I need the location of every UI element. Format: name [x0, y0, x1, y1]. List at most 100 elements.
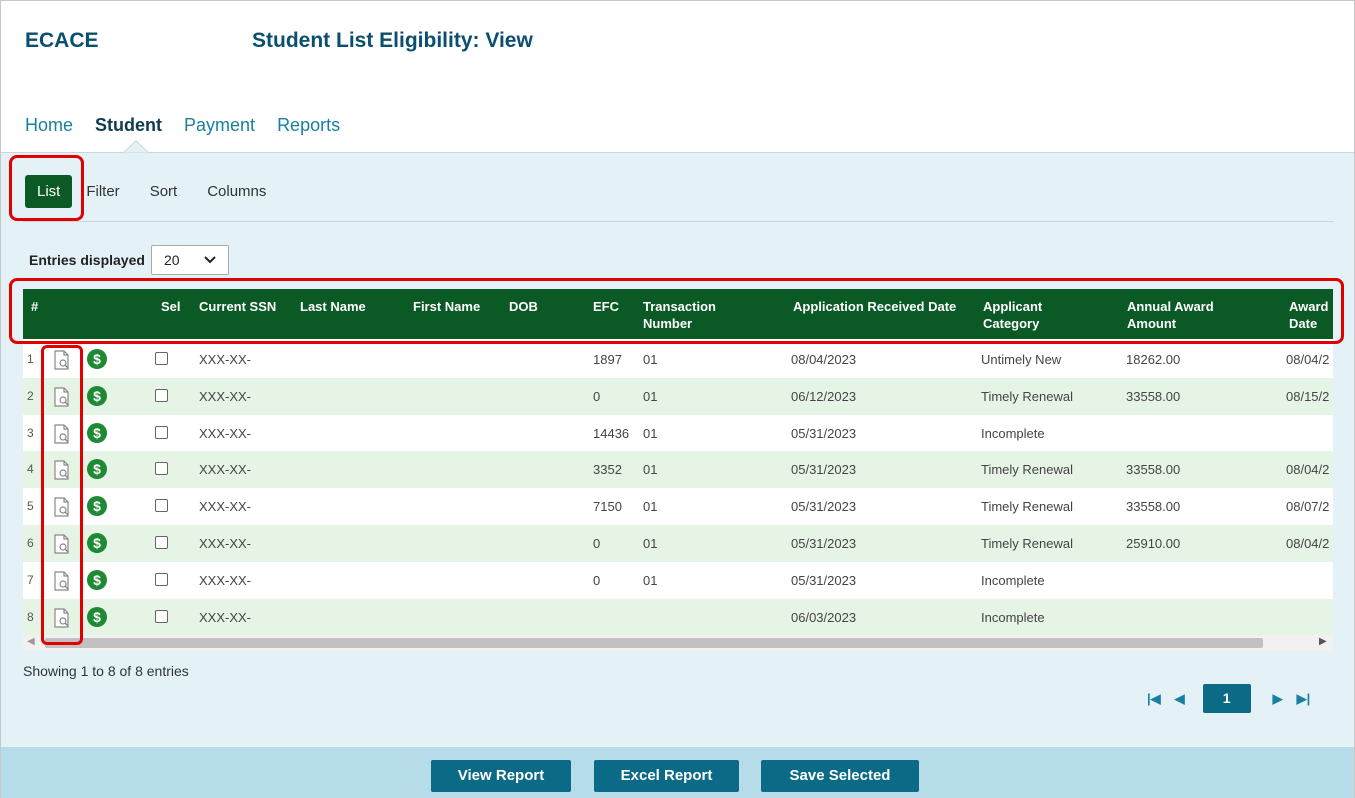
- cell-award-date: 08/15/2: [1286, 388, 1330, 404]
- table-row[interactable]: 1 $ XXX-XX- 1897 01 08/04/2023 Untimely New 182…: [23, 341, 1333, 378]
- cell-efc: 0: [593, 536, 601, 551]
- subtab-sort[interactable]: Sort: [150, 183, 178, 200]
- select-checkbox[interactable]: [155, 499, 168, 513]
- col-header-application-date[interactable]: Application Received Date: [793, 298, 963, 315]
- cell-efc: 0: [593, 388, 601, 404]
- cell-award: 25910.00: [1126, 536, 1181, 551]
- table-row[interactable]: 2 $ XXX-XX- 0 01 06/12/2023 Timely Renewal 3355…: [23, 377, 1333, 415]
- first-page-icon[interactable]: |◀: [1147, 691, 1161, 707]
- select-checkbox[interactable]: [155, 572, 168, 586]
- row-number: 6: [27, 536, 34, 550]
- col-header-num: #: [31, 299, 39, 314]
- cell-category: Timely Renewal: [981, 462, 1073, 478]
- entries-value: 20: [163, 252, 180, 268]
- col-header-ssn[interactable]: Current SSN: [199, 298, 276, 315]
- col-header-first-name[interactable]: First Name: [413, 298, 480, 315]
- next-page-icon[interactable]: ▶: [1273, 691, 1283, 707]
- cell-txn: 01: [643, 352, 658, 367]
- table-row[interactable]: 6 $ XXX-XX- 0 01 05/31/2023 Timely Renewal 2591…: [23, 525, 1333, 562]
- document-search-icon[interactable]: [53, 607, 71, 628]
- document-search-icon[interactable]: [53, 534, 71, 554]
- row-number: 4: [27, 462, 34, 477]
- cell-app-date: 05/31/2023: [791, 499, 857, 515]
- nav-home[interactable]: Home: [25, 115, 73, 136]
- document-search-icon[interactable]: [53, 571, 71, 591]
- select-checkbox[interactable]: [155, 352, 168, 365]
- document-search-icon[interactable]: [53, 497, 71, 517]
- scroll-right-icon[interactable]: ▶: [1319, 636, 1327, 647]
- dollar-icon[interactable]: $: [87, 533, 107, 553]
- document-search-icon[interactable]: [53, 460, 71, 480]
- dollar-icon[interactable]: $: [87, 385, 107, 406]
- dollar-icon[interactable]: $: [87, 606, 107, 627]
- cell-app-date: 05/31/2023: [791, 425, 857, 441]
- dollar-icon[interactable]: $: [87, 569, 107, 590]
- cell-txn: 01: [643, 499, 658, 515]
- cell-award-date: 08/04/2: [1286, 536, 1330, 551]
- col-header-transaction-number[interactable]: Transaction Number: [643, 298, 753, 332]
- document-search-icon[interactable]: [53, 387, 71, 407]
- dollar-icon[interactable]: $: [87, 422, 107, 443]
- cell-award: 18262.00: [1126, 352, 1181, 367]
- dollar-icon[interactable]: $: [87, 496, 107, 517]
- select-checkbox[interactable]: [155, 536, 168, 549]
- scroll-left-icon[interactable]: ◀: [27, 636, 35, 647]
- nav-student[interactable]: Student: [95, 115, 162, 136]
- col-header-efc[interactable]: EFC: [593, 298, 619, 315]
- page-number-current[interactable]: 1: [1202, 684, 1251, 713]
- table-row[interactable]: 5 $ XXX-XX- 7150 01 05/31/2023 Timely Renewal 3…: [23, 488, 1333, 526]
- select-checkbox[interactable]: [155, 462, 168, 476]
- cell-app-date: 05/31/2023: [791, 536, 857, 551]
- table-header: # Sel Current SSN Last Name First Name D…: [23, 289, 1333, 339]
- scroll-thumb[interactable]: [45, 638, 1263, 648]
- table-row[interactable]: 7 $ XXX-XX- 0 01 05/31/2023 Incomplete: [23, 561, 1333, 599]
- subtab-filter[interactable]: Filter: [86, 183, 119, 200]
- col-header-annual-award[interactable]: Annual Award Amount: [1127, 298, 1247, 332]
- save-selected-button[interactable]: Save Selected: [761, 760, 919, 792]
- cell-txn: 01: [643, 572, 658, 588]
- student-table: # Sel Current SSN Last Name First Name D…: [23, 289, 1333, 651]
- table-row[interactable]: 4 $ XXX-XX- 3352 01 05/31/2023 Timely Renewal 3…: [23, 451, 1333, 489]
- table-row[interactable]: 8 $ XXX-XX- 06/03/2023 Incomplete: [23, 598, 1333, 636]
- cell-ssn: XXX-XX-: [199, 352, 252, 367]
- subtab-divider: [23, 221, 1333, 222]
- row-number: 8: [27, 609, 34, 624]
- entries-select[interactable]: 20: [150, 245, 229, 275]
- cell-app-date: 05/31/2023: [791, 572, 857, 588]
- cell-award: 33558.00: [1126, 499, 1181, 515]
- col-header-award-date[interactable]: Award Date: [1289, 298, 1333, 332]
- row-number: 1: [27, 352, 34, 366]
- cell-ssn: XXX-XX-: [199, 388, 252, 404]
- view-report-button[interactable]: View Report: [431, 760, 571, 792]
- nav-reports[interactable]: Reports: [277, 115, 340, 136]
- cell-award-date: 08/07/2: [1286, 499, 1330, 515]
- col-header-sel[interactable]: Sel: [161, 298, 181, 315]
- cell-award: 33558.00: [1126, 462, 1181, 478]
- subtab-list[interactable]: List: [25, 175, 73, 208]
- excel-report-button[interactable]: Excel Report: [594, 760, 739, 792]
- col-header-last-name[interactable]: Last Name: [300, 298, 366, 315]
- last-page-icon[interactable]: ▶|: [1297, 691, 1311, 707]
- cell-efc: 3352: [593, 462, 622, 478]
- pagination: |◀ ◀ 1 ▶ ▶|: [1147, 684, 1324, 713]
- document-search-icon[interactable]: [53, 350, 71, 370]
- prev-page-icon[interactable]: ◀: [1175, 691, 1185, 707]
- cell-ssn: XXX-XX-: [199, 425, 252, 441]
- cell-app-date: 06/12/2023: [791, 388, 857, 404]
- document-search-icon[interactable]: [53, 423, 71, 444]
- col-header-applicant-category[interactable]: Applicant Category: [983, 298, 1083, 332]
- subtab-columns[interactable]: Columns: [207, 183, 266, 200]
- dollar-icon[interactable]: $: [87, 459, 107, 480]
- select-checkbox[interactable]: [155, 388, 168, 402]
- cell-category: Incomplete: [981, 572, 1045, 588]
- nav-payment[interactable]: Payment: [184, 115, 255, 136]
- col-header-dob[interactable]: DOB: [509, 298, 538, 315]
- horizontal-scrollbar[interactable]: ◀ ▶: [23, 635, 1333, 651]
- table-row[interactable]: 3 $ XXX-XX- 14436 01 05/31/2023 Incomplete: [23, 414, 1333, 452]
- dollar-icon[interactable]: $: [87, 349, 107, 369]
- select-checkbox[interactable]: [155, 425, 168, 439]
- page: ECACE Student List Eligibility: View Hom…: [0, 0, 1355, 798]
- active-tab-caret-icon: [123, 140, 149, 154]
- row-number: 2: [27, 388, 34, 403]
- select-checkbox[interactable]: [155, 609, 168, 623]
